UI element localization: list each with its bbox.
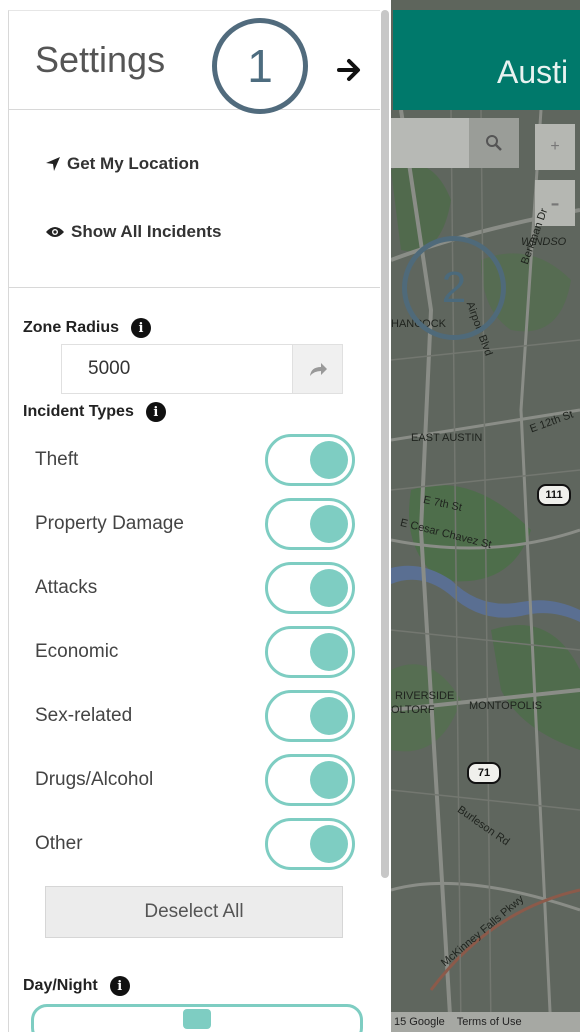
zone-radius-group xyxy=(61,344,343,394)
incident-type-label: Drugs/Alcohol xyxy=(35,769,154,790)
day-night-label: Day/Night xyxy=(23,977,98,994)
incident-type-label: Attacks xyxy=(35,577,98,598)
economic-toggle[interactable] xyxy=(265,626,355,678)
sex-related-toggle[interactable] xyxy=(265,690,355,742)
callout-marker-1: 1 xyxy=(212,18,308,114)
property-damage-toggle[interactable] xyxy=(265,498,355,550)
arrow-right-icon xyxy=(337,59,360,81)
terms-link[interactable]: Terms of Use xyxy=(457,1016,522,1028)
toggle-knob xyxy=(310,825,348,863)
location-actions: Get My Location Show All Incidents xyxy=(8,110,380,288)
collapse-panel-button[interactable] xyxy=(336,55,364,85)
incident-type-row: Economic xyxy=(9,624,381,680)
highway-shield: 111 xyxy=(537,484,571,506)
share-arrow-icon xyxy=(309,363,327,376)
map-title: Austi xyxy=(497,54,569,90)
info-icon[interactable]: i xyxy=(145,402,166,422)
settings-header: Settings xyxy=(8,10,380,110)
zone-radius-label: Zone Radius xyxy=(23,319,120,336)
map-attribution: 15 Google Terms of Use xyxy=(391,1012,580,1032)
toggle-knob xyxy=(310,505,348,543)
incident-type-row: Property Damage xyxy=(9,496,381,552)
settings-panel: Settings 1 Get My Location Show All Inci… xyxy=(0,0,380,1032)
incident-types-heading: Incident Types i xyxy=(23,402,166,422)
map-label: RIVERSIDE xyxy=(395,690,455,702)
incident-type-label: Property Damage xyxy=(35,513,184,534)
zone-radius-input[interactable] xyxy=(62,345,292,393)
toggle-knob xyxy=(310,569,348,607)
toggle-knob xyxy=(310,633,348,671)
day-night-slider[interactable] xyxy=(31,1004,363,1032)
map-header: Austi xyxy=(393,10,580,110)
search-icon xyxy=(486,135,502,151)
incident-type-label: Economic xyxy=(35,641,119,662)
highway-shield: 71 xyxy=(467,762,501,784)
map-copyright: 15 Google xyxy=(394,1016,445,1028)
location-arrow-icon xyxy=(46,157,60,171)
map-search-button[interactable] xyxy=(469,118,519,168)
incident-type-row: Drugs/Alcohol xyxy=(9,752,381,808)
toggle-knob xyxy=(310,697,348,735)
info-icon[interactable]: i xyxy=(131,318,152,338)
deselect-all-button[interactable]: Deselect All xyxy=(45,886,343,938)
incident-type-label: Theft xyxy=(35,449,79,470)
slider-thumb[interactable] xyxy=(183,1009,211,1029)
info-icon[interactable]: i xyxy=(109,976,130,996)
map-label: EAST AUSTIN xyxy=(411,432,483,444)
show-all-incidents-link[interactable]: Show All Incidents xyxy=(45,222,222,242)
incident-types-label: Incident Types xyxy=(23,403,134,420)
map-label: OLTORF xyxy=(391,704,435,716)
zone-radius-heading: Zone Radius i xyxy=(23,318,152,338)
toggle-knob xyxy=(310,761,348,799)
other-toggle[interactable] xyxy=(265,818,355,870)
incident-type-row: Sex-related xyxy=(9,688,381,744)
get-location-label: Get My Location xyxy=(67,154,200,173)
day-night-heading: Day/Night i xyxy=(23,976,130,996)
panel-title: Settings xyxy=(35,39,166,80)
map-view[interactable]: Austi + - WINDSO HANCOCK Berkman Dr Airp… xyxy=(391,0,580,1032)
panel-scrollbar[interactable] xyxy=(381,10,389,878)
theft-toggle[interactable] xyxy=(265,434,355,486)
incident-type-row: Attacks xyxy=(9,560,381,616)
map-label: MONTOPOLIS xyxy=(469,700,543,712)
toggle-knob xyxy=(310,441,348,479)
map-search-input[interactable] xyxy=(391,118,469,168)
get-location-link[interactable]: Get My Location xyxy=(45,154,199,174)
incident-type-label: Sex-related xyxy=(35,705,133,726)
eye-icon xyxy=(46,227,64,237)
callout-marker-2: 2 xyxy=(402,236,506,340)
drugs-alcohol-toggle[interactable] xyxy=(265,754,355,806)
attacks-toggle[interactable] xyxy=(265,562,355,614)
incident-type-row: Other xyxy=(9,816,381,872)
zoom-in-button[interactable]: + xyxy=(535,124,575,170)
incident-type-label: Other xyxy=(35,833,83,854)
filters-section: Zone Radius i Incident Types i Theft Pro… xyxy=(8,288,380,1032)
incident-type-row: Theft xyxy=(9,432,381,488)
show-all-incidents-label: Show All Incidents xyxy=(71,222,222,241)
zone-radius-submit-button[interactable] xyxy=(292,345,342,393)
